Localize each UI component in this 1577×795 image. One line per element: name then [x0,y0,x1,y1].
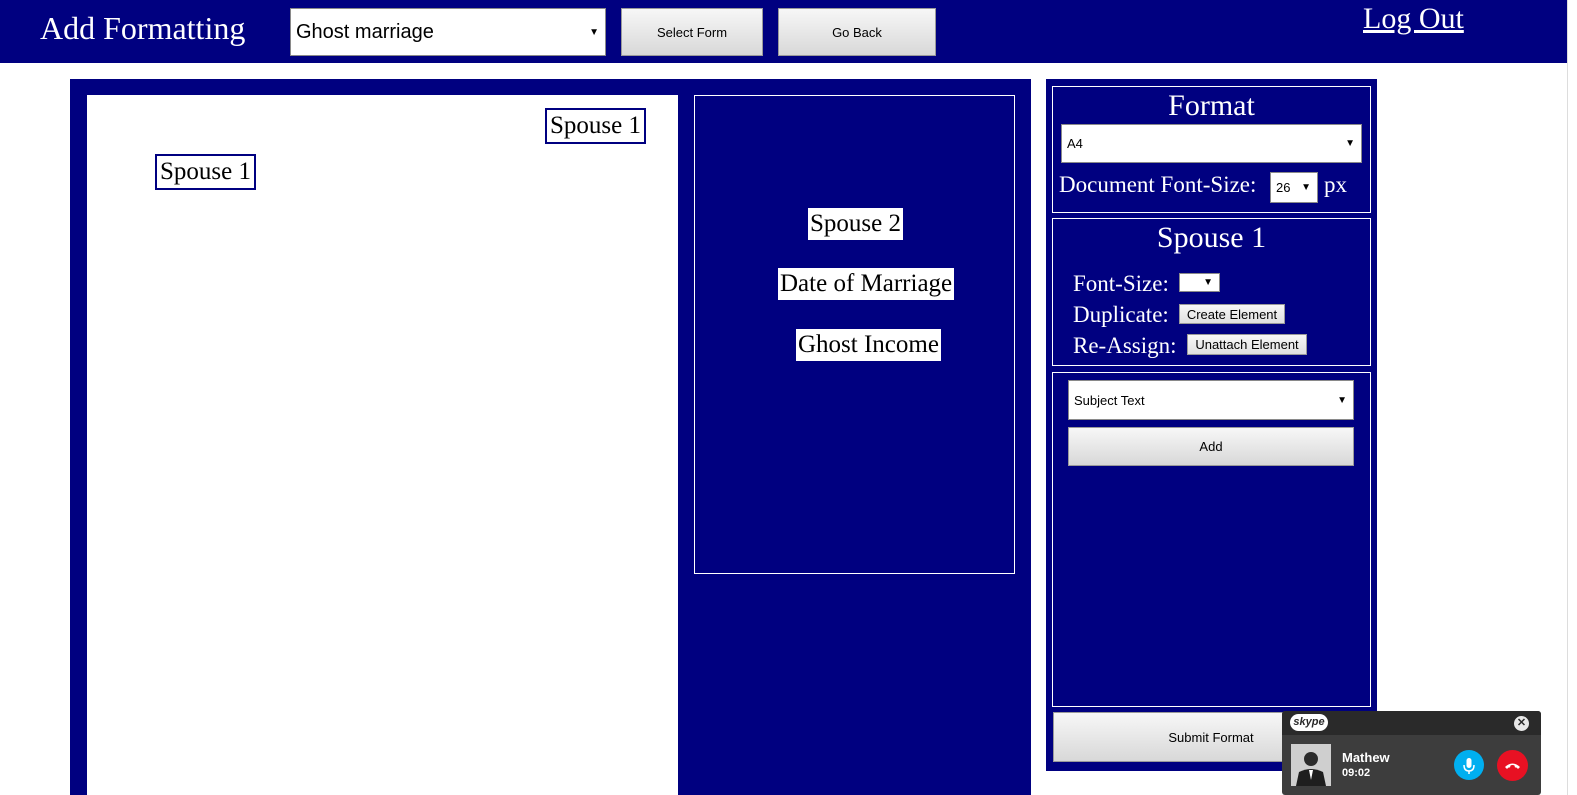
document-font-size-value: 26 [1276,180,1291,195]
go-back-button[interactable]: Go Back [778,8,936,56]
element-settings-title: Spouse 1 [1156,221,1267,254]
format-title: Format [1168,89,1255,122]
add-element-section [1052,372,1371,707]
paper-size-value: A4 [1067,136,1083,151]
skype-logo: skype [1290,714,1328,731]
font-size-select[interactable]: ▼ [1179,273,1220,292]
chevron-down-icon: ▼ [1301,182,1311,193]
chevron-down-icon: ▼ [1337,394,1347,406]
page-title: Add Formatting [40,10,246,46]
add-button[interactable]: Add [1068,427,1354,466]
chevron-down-icon: ▼ [1345,138,1355,149]
microphone-icon [1463,758,1475,774]
duplicate-label: Duplicate: [1073,302,1169,327]
page-scrollbar[interactable] [1567,0,1577,795]
field-spouse-2[interactable]: Spouse 2 [808,208,903,240]
hang-up-button[interactable] [1497,750,1528,781]
phone-hangup-icon [1505,763,1520,769]
chevron-down-icon: ▼ [589,26,599,38]
element-type-value: Subject Text [1074,392,1145,408]
close-icon[interactable]: ✕ [1514,716,1529,731]
paper-size-select[interactable]: A4 ▼ [1061,124,1362,163]
document-font-size-label: Document Font-Size: [1059,172,1257,197]
font-size-label: Font-Size: [1073,271,1169,296]
form-select-value: Ghost marriage [296,20,434,43]
form-select[interactable]: Ghost marriage ▼ [290,8,606,56]
chevron-down-icon: ▼ [1203,277,1213,288]
reassign-label: Re-Assign: [1073,333,1177,358]
avatar [1291,744,1331,786]
field-date-of-marriage[interactable]: Date of Marriage [778,268,955,300]
document-element-spouse-1-copy[interactable]: Spouse 1 [155,154,256,190]
field-ghost-income[interactable]: Ghost Income [796,329,941,361]
logout-link[interactable]: Log Out [1363,2,1464,36]
create-element-button[interactable]: Create Element [1179,304,1285,324]
document-canvas[interactable] [87,95,678,795]
microphone-button[interactable] [1454,750,1484,780]
person-icon [1291,744,1331,786]
document-font-size-select[interactable]: 26 ▼ [1270,172,1318,203]
document-element-spouse-1[interactable]: Spouse 1 [545,108,646,144]
unattach-element-button[interactable]: Unattach Element [1187,334,1307,355]
unit-label: px [1324,172,1347,197]
call-duration: 09:02 [1342,767,1371,779]
element-type-select[interactable]: Subject Text ▼ [1068,380,1354,420]
select-form-button[interactable]: Select Form [621,8,763,56]
caller-name: Mathew [1342,750,1390,765]
